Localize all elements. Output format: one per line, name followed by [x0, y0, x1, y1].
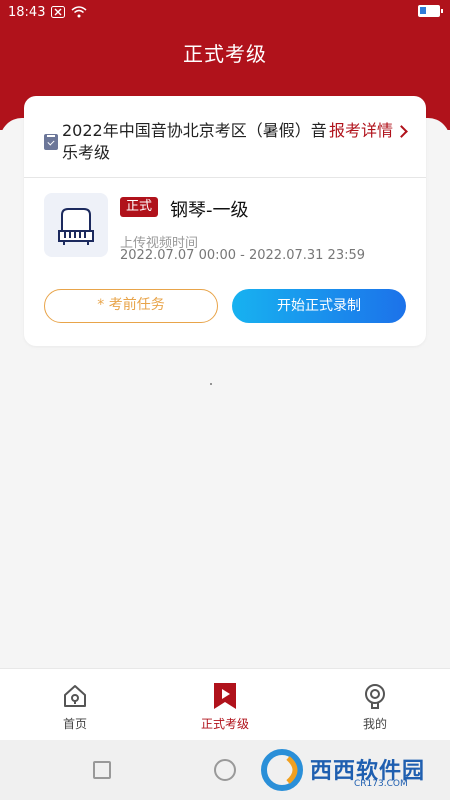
exam-name: 2022年中国音协北京考区（暑假）音乐考级: [62, 121, 327, 162]
exam-card: 2022年中国音协北京考区（暑假）音乐考级 报考详情 正式 钢琴-一级 上传视频…: [24, 96, 426, 346]
piano-icon: [44, 193, 108, 257]
tab-bar: 首页 正式考级 我的: [0, 668, 450, 740]
recent-apps-button[interactable]: [93, 761, 111, 779]
page-title: 正式考级: [183, 42, 267, 66]
pre-exam-task-button[interactable]: * 考前任务: [44, 289, 218, 323]
watermark-sub: CR173.COM: [354, 779, 408, 789]
loading-dot: [210, 383, 212, 385]
upload-range: 2022.07.07 00:00 - 2022.07.31 23:59: [120, 248, 366, 263]
home-button[interactable]: [214, 759, 236, 781]
watermark-logo: 西西软件园 CR173.COM: [258, 748, 440, 792]
notification-icon: [51, 6, 66, 18]
exam-detail-link[interactable]: 报考详情: [328, 120, 408, 142]
exam-detail-label: 报考详情: [328, 121, 393, 140]
tab-profile-label: 我的: [362, 717, 387, 731]
level-tag: 正式: [120, 197, 158, 217]
tab-exam-label: 正式考级: [200, 717, 249, 731]
exam-header: 2022年中国音协北京考区（暑假）音乐考级 报考详情: [24, 96, 426, 178]
tab-home[interactable]: 首页: [0, 669, 150, 741]
start-recording-button[interactable]: 开始正式录制: [232, 289, 406, 323]
tab-home-label: 首页: [62, 717, 87, 731]
profile-icon: [360, 681, 390, 711]
chevron-right-icon: [395, 124, 408, 138]
exam-checklist-icon: [44, 134, 58, 150]
battery-icon: [418, 5, 443, 17]
status-bar: 18:43: [0, 0, 450, 24]
wifi-icon: [71, 6, 87, 18]
home-icon: [60, 681, 90, 711]
status-time: 18:43: [8, 4, 46, 20]
tab-exam[interactable]: 正式考级: [150, 669, 300, 741]
tab-profile[interactable]: 我的: [300, 669, 450, 741]
subject-name: 钢琴-一级: [170, 200, 249, 221]
video-bookmark-icon: [210, 681, 240, 711]
